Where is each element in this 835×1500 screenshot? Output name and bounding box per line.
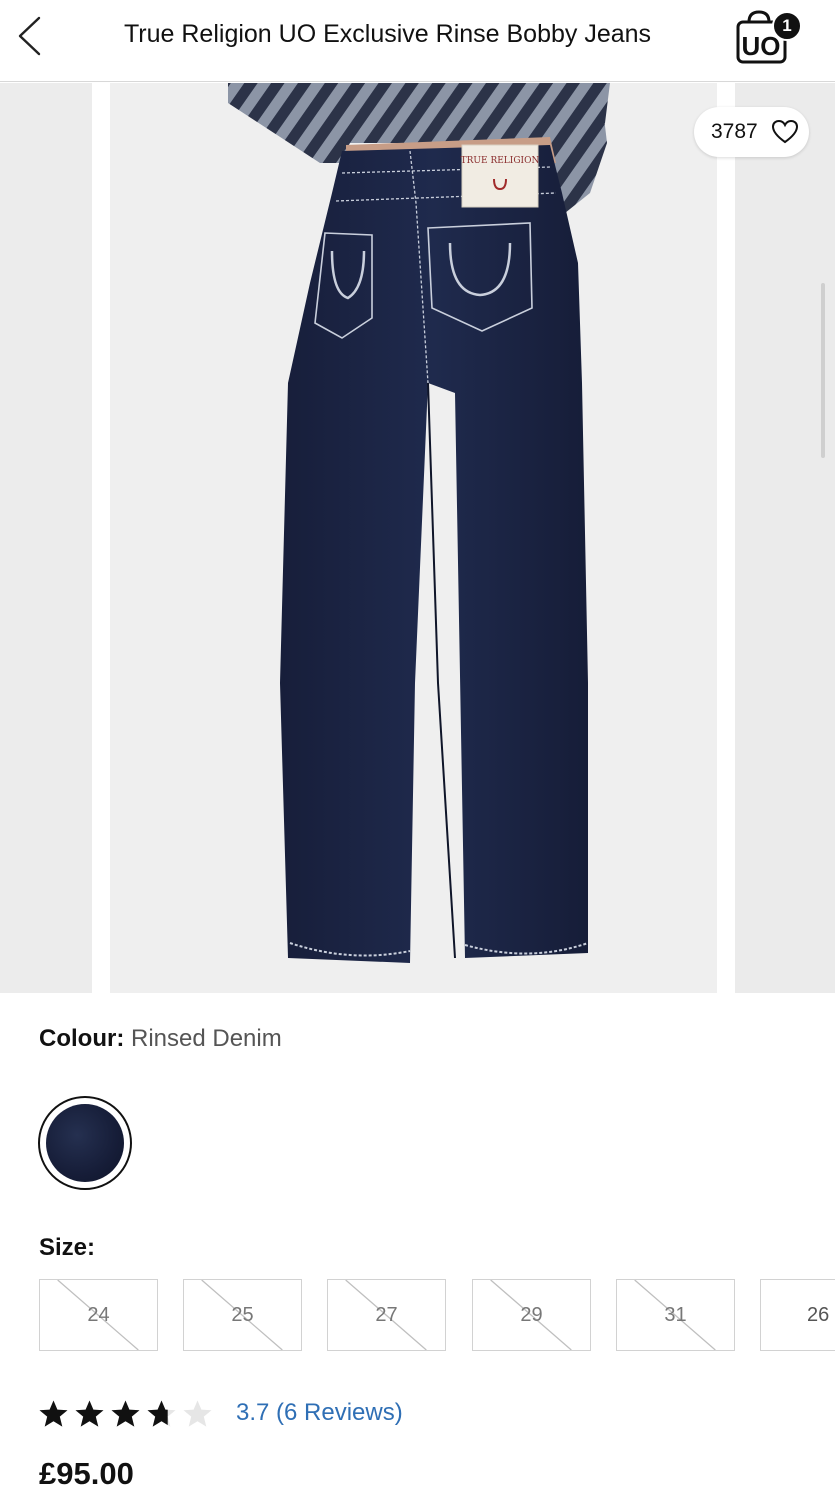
jeans-photo: TRUE RELIGION xyxy=(228,83,610,963)
previous-slide[interactable] xyxy=(0,83,92,993)
heart-icon xyxy=(771,119,799,144)
top-bar: True Religion UO Exclusive Rinse Bobby J… xyxy=(0,0,835,82)
wishlist-button[interactable]: 3787 xyxy=(694,107,809,157)
size-option-31[interactable]: 31 xyxy=(616,1279,735,1351)
star-icon xyxy=(183,1400,212,1427)
star-icon xyxy=(39,1400,68,1427)
colour-row: Colour: Rinsed Denim xyxy=(39,1025,282,1053)
colour-value: Rinsed Denim xyxy=(130,1025,282,1052)
like-count: 3787 xyxy=(711,120,758,143)
size-value: 27 xyxy=(375,1303,398,1326)
colour-swatch-rinsed-denim[interactable] xyxy=(38,1096,132,1190)
star-icon xyxy=(111,1400,140,1427)
star-icon xyxy=(75,1400,104,1427)
size-value: 24 xyxy=(87,1303,110,1326)
colour-label: Colour: xyxy=(39,1025,125,1052)
size-value: 29 xyxy=(520,1303,543,1326)
size-option-27[interactable]: 27 xyxy=(327,1279,446,1351)
size-value: 25 xyxy=(231,1303,254,1326)
star-icon xyxy=(147,1400,176,1427)
size-option-26[interactable]: 26 xyxy=(760,1279,835,1351)
bag-count-badge: 1 xyxy=(772,11,802,41)
size-option-24[interactable]: 24 xyxy=(39,1279,158,1351)
label-patch-text: TRUE RELIGION xyxy=(461,156,540,166)
size-option-29[interactable]: 29 xyxy=(472,1279,591,1351)
size-option-25[interactable]: 25 xyxy=(183,1279,302,1351)
price: £95.00 xyxy=(39,1456,134,1491)
product-image-carousel[interactable]: TRUE RELIGION xyxy=(0,83,835,993)
product-image[interactable]: TRUE RELIGION xyxy=(110,83,717,993)
star-rating xyxy=(38,1398,218,1430)
scroll-indicator[interactable] xyxy=(821,283,825,458)
page-title: True Religion UO Exclusive Rinse Bobby J… xyxy=(123,20,652,48)
back-button[interactable] xyxy=(12,12,52,60)
next-slide[interactable] xyxy=(735,83,835,993)
swatch-fill xyxy=(46,1104,124,1182)
size-value: 31 xyxy=(664,1303,687,1326)
reviews-link[interactable]: 3.7 (6 Reviews) xyxy=(236,1399,403,1427)
size-label: Size: xyxy=(39,1234,96,1261)
size-value: 26 xyxy=(807,1303,830,1326)
chevron-left-icon xyxy=(18,16,41,56)
